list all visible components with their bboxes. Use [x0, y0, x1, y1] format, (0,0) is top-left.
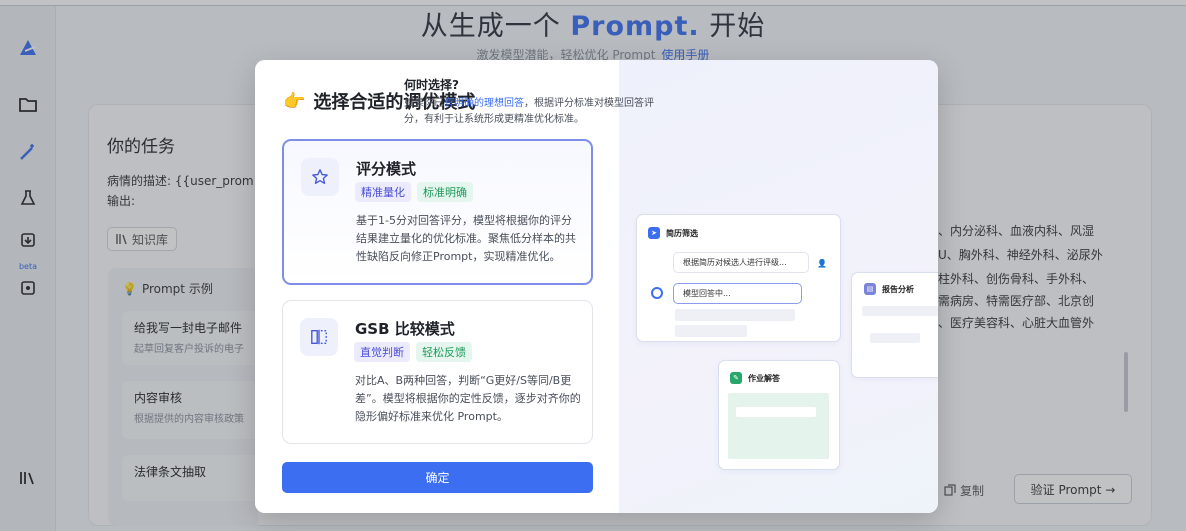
- compare-icon: [300, 318, 338, 356]
- homework-header: ✎ 作业解答: [730, 372, 780, 384]
- resume-input-bubble: 根据简历对候选人进行评级...: [673, 252, 809, 273]
- placeholder-block: [728, 393, 829, 459]
- user-icon: 👤: [817, 258, 827, 268]
- mode-name: 评分模式: [356, 160, 417, 178]
- model-icon: [651, 287, 663, 299]
- mode-description: 基于1-5分对回答评分，模型将根据你的评分结果建立量化的优化标准。聚焦低分样本的…: [356, 214, 576, 263]
- confirm-button[interactable]: 确定: [282, 462, 593, 493]
- mode-tag: 轻松反馈: [416, 342, 472, 362]
- placeholder-bar: [675, 309, 795, 321]
- mode-tag: 精准量化: [355, 182, 411, 202]
- mode-tag: 直觉判断: [354, 342, 410, 362]
- report-analysis-header: ▤ 报告分析: [864, 283, 914, 295]
- pointing-hand-icon: 👉: [283, 90, 306, 112]
- placeholder-bar: [736, 407, 816, 417]
- mode-card-gsb[interactable]: GSB 比较模式 直觉判断 轻松反馈 对比A、B两种回答，判断“G更好/S等同/…: [282, 300, 593, 444]
- mode-tag: 标准明确: [417, 182, 473, 202]
- star-icon: [301, 158, 339, 196]
- mode-name: GSB 比较模式: [355, 320, 455, 338]
- mode-tags: 精准量化 标准明确: [355, 182, 473, 202]
- send-icon: ➤: [648, 227, 660, 239]
- resume-screening-header: ➤ 简历筛选: [648, 227, 698, 239]
- mode-tags: 直觉判断 轻松反馈: [354, 342, 472, 362]
- placeholder-bar: [870, 333, 920, 343]
- report-icon: ▤: [864, 283, 876, 295]
- pencil-icon: ✎: [730, 372, 742, 384]
- model-reply-bubble: 模型回答中...: [673, 283, 802, 304]
- guide-title: 何时选择?: [404, 78, 459, 92]
- mode-card-scoring[interactable]: 评分模式 精准量化 标准明确 基于1-5分对回答评分，模型将根据你的评分结果建立…: [282, 139, 593, 285]
- mode-description: 对比A、B两种回答，判断“G更好/S等同/B更差”。模型将根据你的定性反馈，逐步…: [355, 374, 581, 423]
- guide-description: 如果你已有明确的理想回答，根据评分标准对模型回答评分，有利于让系统形成更精准优化…: [404, 98, 654, 125]
- placeholder-bar: [862, 306, 938, 316]
- placeholder-bar: [675, 325, 747, 337]
